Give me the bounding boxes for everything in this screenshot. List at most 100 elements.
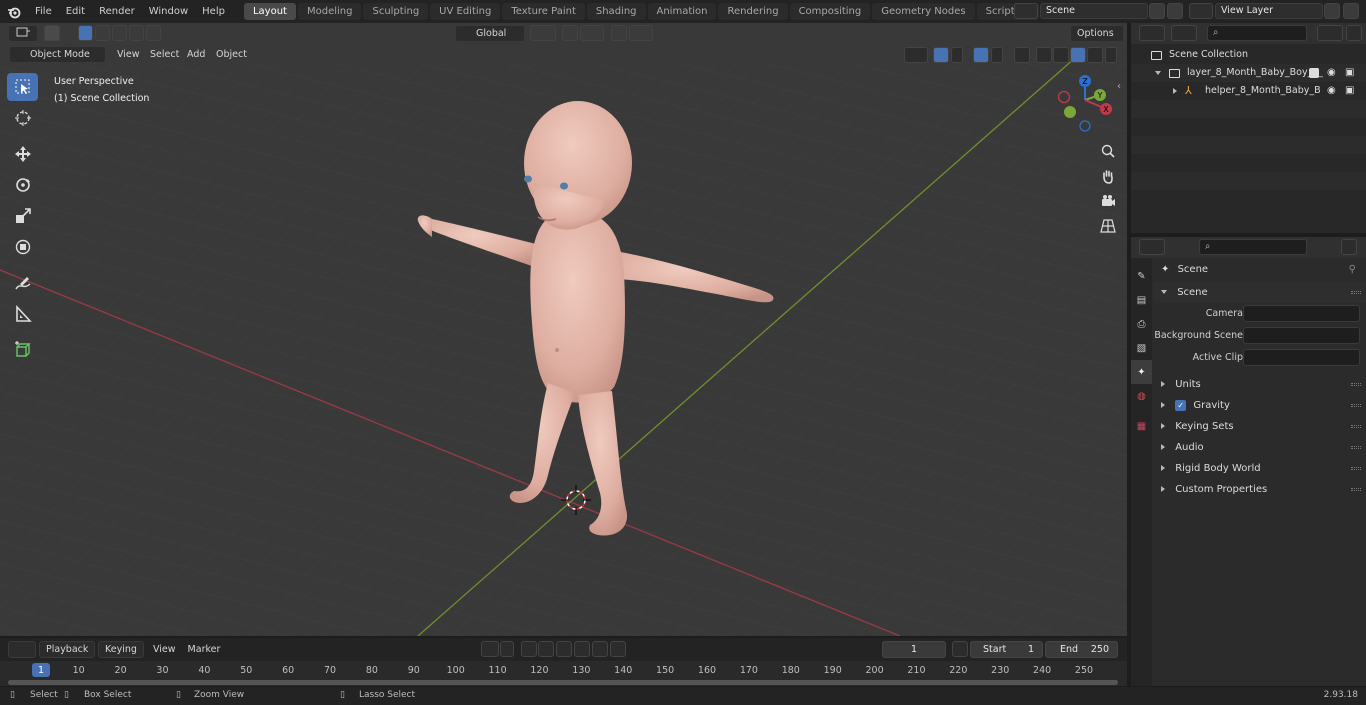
- tab-layout[interactable]: Layout: [243, 3, 296, 20]
- output-tab-icon[interactable]: ⎙: [1131, 312, 1152, 336]
- navigation-gizmo[interactable]: Z Y X: [1055, 73, 1120, 138]
- menu-select[interactable]: Select: [144, 49, 185, 60]
- camera-field[interactable]: [1243, 305, 1360, 322]
- scene-selector-icon[interactable]: [1014, 3, 1038, 19]
- stopwatch-icon[interactable]: [952, 641, 968, 657]
- drag-handle-icon[interactable]: [1351, 446, 1361, 449]
- current-frame-field[interactable]: 1: [882, 641, 946, 658]
- zoom-icon[interactable]: [1100, 143, 1116, 159]
- view-layer-selector-icon[interactable]: [1189, 3, 1213, 19]
- jump-prev-key-icon[interactable]: [538, 641, 554, 657]
- play-icon[interactable]: [574, 641, 590, 657]
- move-icon[interactable]: [7, 140, 38, 168]
- menu-object[interactable]: Object: [210, 49, 253, 60]
- camera-render-icon[interactable]: ▣: [1345, 64, 1354, 82]
- playback-menu[interactable]: Playback: [39, 640, 95, 658]
- active-clip-field[interactable]: [1243, 349, 1360, 366]
- camera-view-icon[interactable]: [1100, 193, 1116, 209]
- add-cube-icon[interactable]: [7, 336, 38, 364]
- overlay-options-icon[interactable]: [991, 47, 1003, 63]
- gravity-checkbox[interactable]: ✓: [1175, 399, 1187, 411]
- 3d-viewport[interactable]: Object Mode View Select Add Object Globa…: [0, 23, 1127, 636]
- include-checkbox[interactable]: [1309, 68, 1319, 78]
- play-reverse-icon[interactable]: [556, 641, 572, 657]
- menu-add[interactable]: Add: [181, 49, 211, 60]
- gravity-panel-header[interactable]: ✓ Gravity: [1153, 395, 1366, 416]
- expand-arrow-icon[interactable]: [1155, 71, 1161, 75]
- tab-modeling[interactable]: Modeling: [297, 3, 362, 20]
- world-tab-icon[interactable]: ◍: [1131, 384, 1152, 408]
- drag-handle-icon[interactable]: [1351, 404, 1361, 407]
- menu-window[interactable]: Window: [142, 0, 195, 23]
- outliner-row-layer[interactable]: layer_8_Month_Baby_Boy_T_ ◉ ▣: [1131, 64, 1366, 82]
- overlay-toggle-icon[interactable]: [973, 47, 989, 63]
- shading-options-icon[interactable]: [1105, 47, 1117, 63]
- audio-panel-header[interactable]: Audio: [1153, 437, 1366, 458]
- drag-handle-icon[interactable]: [1351, 383, 1361, 386]
- eye-icon[interactable]: ◉: [1327, 82, 1336, 100]
- editor-type-button[interactable]: [8, 25, 38, 42]
- scale-icon[interactable]: [7, 202, 38, 230]
- tab-uv-editing[interactable]: UV Editing: [430, 3, 501, 20]
- select-box-icon[interactable]: [7, 73, 38, 101]
- texture-tab-icon[interactable]: ▦: [1131, 414, 1152, 438]
- tool-tab-icon[interactable]: ✎: [1131, 264, 1152, 288]
- display-mode-button[interactable]: [1171, 25, 1197, 41]
- expand-arrow-icon[interactable]: [1173, 88, 1177, 94]
- shading-rendered-icon[interactable]: [1087, 47, 1103, 63]
- properties-editor-type-button[interactable]: [1139, 239, 1165, 255]
- eye-icon[interactable]: ◉: [1327, 64, 1336, 82]
- drag-handle-icon[interactable]: [1351, 425, 1361, 428]
- tab-geometry-nodes[interactable]: Geometry Nodes: [872, 3, 975, 20]
- tab-texture-paint[interactable]: Texture Paint: [502, 3, 585, 20]
- pan-hand-icon[interactable]: [1100, 168, 1116, 184]
- xray-toggle-icon[interactable]: [1014, 47, 1030, 63]
- outliner-row-scene-collection[interactable]: Scene Collection: [1131, 46, 1366, 64]
- custom-properties-panel-header[interactable]: Custom Properties: [1153, 479, 1366, 500]
- properties-search-input[interactable]: ⌕: [1199, 239, 1307, 255]
- new-collection-icon[interactable]: [1346, 25, 1362, 41]
- rotate-icon[interactable]: [7, 171, 38, 199]
- annotate-icon[interactable]: [7, 269, 38, 297]
- perspective-toggle-icon[interactable]: [1100, 218, 1116, 234]
- tab-sculpting[interactable]: Sculpting: [363, 3, 429, 20]
- delete-scene-button[interactable]: [1167, 3, 1183, 19]
- new-scene-button[interactable]: [1149, 3, 1165, 19]
- keying-menu[interactable]: Keying: [98, 640, 144, 658]
- mode-selector[interactable]: Object Mode: [9, 46, 106, 63]
- shading-material-icon[interactable]: [1070, 47, 1086, 63]
- jump-end-icon[interactable]: [610, 641, 626, 657]
- timeline-ruler[interactable]: 1 10 20 30 40 50 60 70 80 90 100 110 120 130 140 150 160…: [0, 661, 1127, 686]
- camera-render-icon[interactable]: ▣: [1345, 82, 1354, 100]
- shading-solid-icon[interactable]: [1053, 47, 1069, 63]
- tab-compositing[interactable]: Compositing: [789, 3, 871, 20]
- jump-next-key-icon[interactable]: [592, 641, 608, 657]
- filter-icon[interactable]: [1317, 25, 1343, 41]
- timeline-scrollbar[interactable]: [8, 680, 1118, 685]
- background-scene-field[interactable]: [1243, 327, 1360, 344]
- scene-name-field[interactable]: Scene: [1040, 3, 1148, 19]
- tab-shading[interactable]: Shading: [586, 3, 646, 20]
- menu-help[interactable]: Help: [195, 0, 232, 23]
- end-frame-field[interactable]: End 250: [1045, 641, 1118, 658]
- rigid-body-world-panel-header[interactable]: Rigid Body World: [1153, 458, 1366, 479]
- measure-icon[interactable]: [7, 300, 38, 328]
- render-tab-icon[interactable]: ▤: [1131, 288, 1152, 312]
- drag-handle-icon[interactable]: [1351, 291, 1361, 294]
- outliner-search-input[interactable]: ⌕: [1207, 25, 1307, 41]
- tab-animation[interactable]: Animation: [647, 3, 717, 20]
- tab-rendering[interactable]: Rendering: [718, 3, 788, 20]
- scene-panel-header[interactable]: Scene: [1153, 282, 1366, 303]
- sidebar-toggle-icon[interactable]: ‹: [1117, 81, 1125, 93]
- drag-handle-icon[interactable]: [1351, 488, 1361, 491]
- gizmo-options-icon[interactable]: [951, 47, 963, 63]
- blender-logo-icon[interactable]: [0, 0, 28, 23]
- transform-icon[interactable]: [7, 233, 38, 261]
- scene-tab-icon[interactable]: ✦: [1131, 360, 1152, 384]
- jump-start-icon[interactable]: [521, 641, 537, 657]
- delete-view-layer-button[interactable]: [1343, 3, 1359, 19]
- start-frame-field[interactable]: Start 1: [970, 641, 1043, 658]
- menu-file[interactable]: File: [28, 0, 59, 23]
- view-layer-name-field[interactable]: View Layer: [1215, 3, 1323, 19]
- new-view-layer-button[interactable]: [1324, 3, 1340, 19]
